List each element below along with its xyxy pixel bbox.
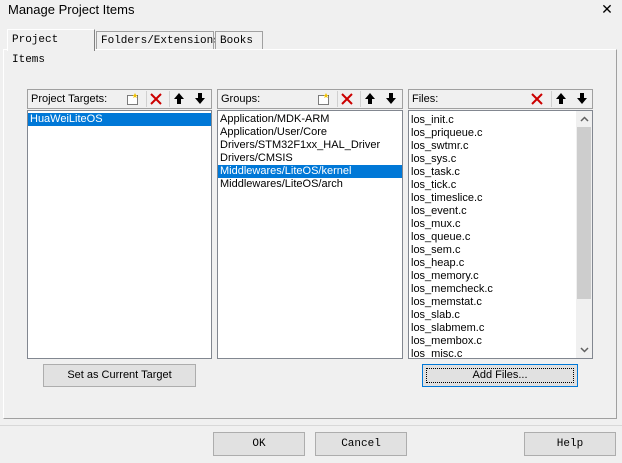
groups-label: Groups: (221, 93, 261, 105)
list-item[interactable]: Drivers/CMSIS (218, 152, 402, 165)
list-item[interactable]: los_sys.c (409, 153, 592, 166)
delete-file-icon[interactable] (528, 91, 545, 107)
list-item[interactable]: los_sem.c (409, 244, 592, 257)
close-icon[interactable]: ✕ (598, 0, 616, 18)
list-item[interactable]: los_memcheck.c (409, 283, 592, 296)
move-file-up-icon[interactable] (551, 91, 569, 107)
list-item[interactable]: Application/MDK-ARM (218, 113, 402, 126)
files-scrollbar[interactable] (576, 111, 592, 358)
focus-ring (426, 368, 574, 383)
targets-label: Project Targets: (31, 93, 108, 105)
list-item[interactable]: los_task.c (409, 166, 592, 179)
tab-project-items[interactable]: Project Items (7, 29, 95, 66)
list-item[interactable]: los_mux.c (409, 218, 592, 231)
list-item[interactable]: los_priqueue.c (409, 127, 592, 140)
set-current-target-label: Set as Current Target (67, 369, 172, 381)
new-target-icon[interactable] (124, 91, 141, 107)
files-list[interactable]: los_init.c los_priqueue.c los_swtmr.c lo… (408, 110, 593, 359)
list-item[interactable]: los_heap.c (409, 257, 592, 270)
list-item[interactable]: los_init.c (409, 114, 592, 127)
divider (0, 425, 622, 426)
list-item[interactable]: los_timeslice.c (409, 192, 592, 205)
scroll-down-icon[interactable] (576, 342, 592, 358)
list-item[interactable]: los_queue.c (409, 231, 592, 244)
list-item[interactable]: Drivers/STM32F1xx_HAL_Driver (218, 139, 402, 152)
cancel-button[interactable]: Cancel (315, 432, 407, 456)
list-item[interactable]: los_memstat.c (409, 296, 592, 309)
list-item[interactable]: los_memory.c (409, 270, 592, 283)
list-item[interactable]: los_event.c (409, 205, 592, 218)
scroll-up-icon[interactable] (576, 111, 592, 127)
groups-header: Groups: (217, 89, 403, 109)
list-item[interactable]: los_tick.c (409, 179, 592, 192)
list-item[interactable]: HuaWeiLiteOS (28, 113, 211, 126)
move-group-down-icon[interactable] (382, 91, 399, 107)
files-label: Files: (412, 93, 439, 105)
help-button[interactable]: Help (524, 432, 616, 456)
list-item[interactable]: los_swtmr.c (409, 140, 592, 153)
list-item[interactable]: Middlewares/LiteOS/arch (218, 178, 402, 191)
list-item[interactable]: los_slab.c (409, 309, 592, 322)
list-item[interactable]: los_membox.c (409, 335, 592, 348)
scroll-thumb[interactable] (577, 127, 591, 299)
move-group-up-icon[interactable] (360, 91, 378, 107)
targets-list[interactable]: HuaWeiLiteOS (27, 110, 212, 359)
set-current-target-button[interactable]: Set as Current Target (43, 364, 196, 387)
list-item[interactable]: los_misc.c (409, 348, 592, 358)
tab-books[interactable]: Books (215, 31, 263, 49)
add-files-button[interactable]: Add Files... (422, 364, 578, 387)
list-item[interactable]: los_slabmem.c (409, 322, 592, 335)
move-target-up-icon[interactable] (169, 91, 187, 107)
new-group-icon[interactable] (315, 91, 332, 107)
list-item[interactable]: Middlewares/LiteOS/kernel (218, 165, 402, 178)
move-file-down-icon[interactable] (573, 91, 590, 107)
delete-group-icon[interactable] (337, 91, 355, 107)
list-item[interactable]: Application/User/Core (218, 126, 402, 139)
targets-header: Project Targets: (27, 89, 212, 109)
tab-folders-extensions[interactable]: Folders/Extensions (96, 31, 220, 49)
files-header: Files: (408, 89, 593, 109)
ok-button[interactable]: OK (213, 432, 305, 456)
groups-list[interactable]: Application/MDK-ARM Application/User/Cor… (217, 110, 403, 359)
window-title: Manage Project Items (8, 2, 135, 17)
move-target-down-icon[interactable] (191, 91, 208, 107)
delete-target-icon[interactable] (146, 91, 164, 107)
